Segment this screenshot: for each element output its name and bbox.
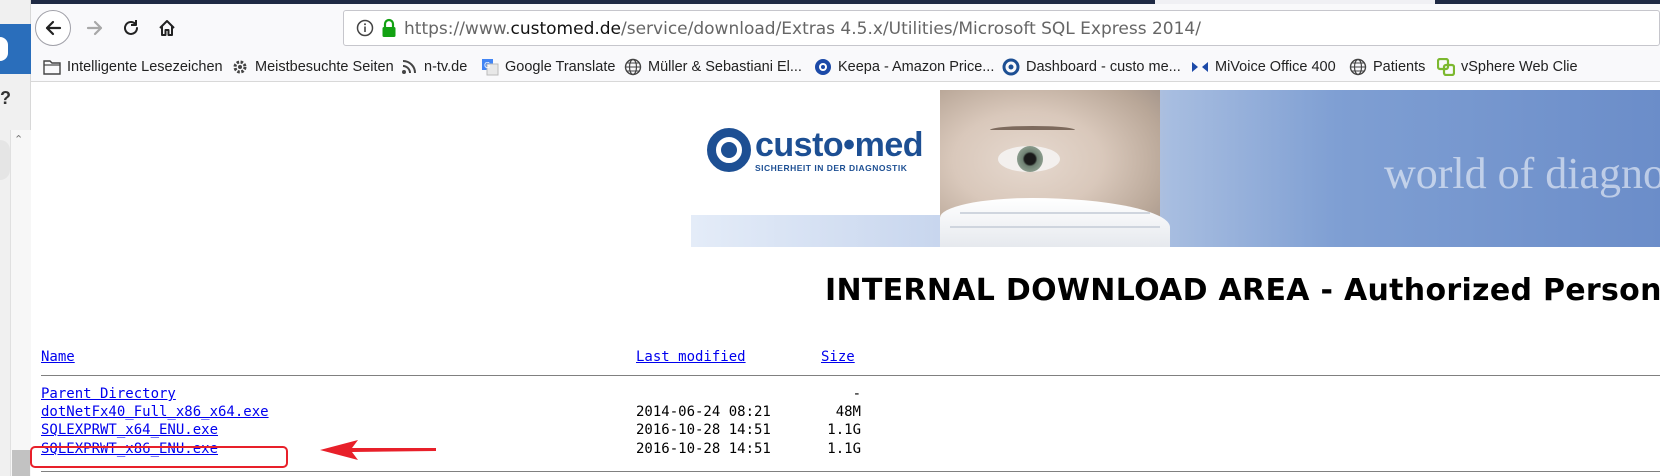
listing-header-row: Name Last modified Size — [41, 349, 1041, 368]
bookmark-intelligente-lesezeichen[interactable]: Intelligente Lesezeichen — [43, 56, 223, 78]
reload-button[interactable] — [113, 10, 149, 46]
table-row: SQLEXPRWT_x64_ENU.exe 2016-10-28 14:51 1… — [41, 422, 1041, 441]
bookmark-label: Keepa - Amazon Price... — [838, 59, 995, 75]
bookmark-label: Müller & Sebastiani El... — [648, 59, 802, 75]
scroll-up-icon[interactable]: ⌃ — [14, 133, 23, 146]
gear-icon — [231, 58, 249, 76]
page-info-icon[interactable] — [356, 19, 374, 37]
home-icon — [159, 20, 175, 36]
table-row: dotNetFx40_Full_x86_x64.exe 2014-06-24 0… — [41, 404, 1041, 423]
custo-med-logo[interactable]: custo•med SICHERHEIT IN DER DIAGNOSTIK — [691, 90, 940, 247]
banner-mask-fold — [960, 212, 1150, 214]
file-size: 1.1G — [827, 441, 861, 457]
bookmark-label: Meistbesuchte Seiten — [255, 59, 394, 75]
url-text[interactable]: https://www.customed.de/service/download… — [404, 19, 1201, 39]
listing-divider-bottom — [41, 471, 1660, 472]
logo-strip — [691, 215, 940, 247]
globe-icon — [1349, 58, 1367, 76]
custo-icon — [1002, 58, 1020, 76]
bookmark-google-translate[interactable]: G Google Translate — [481, 56, 615, 78]
url-prefix: https://www. — [404, 19, 511, 39]
file-size: - — [852, 386, 861, 402]
page-title: INTERNAL DOWNLOAD AREA - Authorized Pers… — [825, 273, 1660, 308]
banner-mask-fold — [950, 226, 1160, 228]
adjacent-window-scrollbar[interactable] — [10, 130, 31, 476]
banner-slogan: world of diagnostic — [1384, 149, 1660, 198]
globe-icon — [624, 58, 642, 76]
bookmark-label: Dashboard - custo me... — [1026, 59, 1181, 75]
annotation-arrow-icon — [320, 440, 436, 460]
vsphere-icon — [1437, 58, 1455, 76]
file-size: 48M — [835, 404, 861, 420]
bookmark-patients[interactable]: Patients — [1349, 56, 1425, 78]
file-link-sqlexprwt-x64[interactable]: SQLEXPRWT_x64_ENU.exe — [41, 422, 218, 438]
bookmark-dashboard-custo[interactable]: Dashboard - custo me... — [1002, 56, 1181, 78]
banner-iris — [1017, 146, 1043, 172]
table-row: Parent Directory - — [41, 386, 1041, 405]
bookmark-mueller-sebastiani[interactable]: Müller & Sebastiani El... — [624, 56, 802, 78]
file-modified: 2016-10-28 14:51 — [636, 422, 771, 438]
svg-text:G: G — [484, 61, 490, 70]
site-banner: custo•med SICHERHEIT IN DER DIAGNOSTIK w… — [691, 90, 1660, 247]
folder-icon — [43, 58, 61, 76]
file-link-parent-directory[interactable]: Parent Directory — [41, 386, 176, 402]
rss-icon — [400, 58, 418, 76]
sort-by-name-link[interactable]: Name — [41, 349, 75, 365]
address-bar[interactable]: https://www.customed.de/service/download… — [343, 10, 1660, 46]
adjacent-window-strip: ? ⌃ — [0, 0, 31, 476]
scrollbar-thumb[interactable] — [12, 450, 30, 476]
bookmark-mivoice[interactable]: MiVoice Office 400 — [1191, 56, 1336, 78]
file-link-dotnetfx40[interactable]: dotNetFx40_Full_x86_x64.exe — [41, 404, 269, 420]
url-path: /service/download/Extras 4.5.x/Utilities… — [621, 19, 1201, 39]
bookmark-label: vSphere Web Clie — [1461, 59, 1578, 75]
sort-by-size-link[interactable]: Size — [821, 349, 871, 365]
bookmark-vsphere[interactable]: vSphere Web Clie — [1437, 56, 1578, 78]
url-domain: customed.de — [510, 19, 622, 39]
bookmark-label: Google Translate — [505, 59, 616, 75]
banner-brow — [990, 126, 1075, 134]
bookmark-label: Patients — [1373, 59, 1426, 75]
translate-icon: G — [481, 58, 499, 76]
highlight-annotation-box — [30, 446, 288, 468]
adjacent-window-help-mark: ? — [0, 88, 11, 108]
file-modified: 2016-10-28 14:51 — [636, 441, 771, 457]
bookmark-label: Intelligente Lesezeichen — [67, 59, 223, 75]
bookmark-label: n-tv.de — [424, 59, 468, 75]
navigation-toolbar: https://www.customed.de/service/download… — [31, 4, 1660, 51]
mivoice-icon — [1191, 58, 1209, 76]
logo-name: custo•med — [755, 126, 924, 164]
back-arrow-icon — [45, 20, 62, 36]
logo-mark-center — [721, 142, 737, 158]
bookmark-n-tv[interactable]: n-tv.de — [400, 56, 467, 78]
listing-divider-top — [41, 375, 1660, 376]
file-modified: 2014-06-24 08:21 — [636, 404, 771, 420]
bookmarks-toolbar: Intelligente Lesezeichen Meistbesuchte S… — [31, 51, 1660, 82]
bookmark-meistbesuchte-seiten[interactable]: Meistbesuchte Seiten — [231, 56, 394, 78]
home-button[interactable] — [149, 10, 185, 46]
adjacent-window-control[interactable] — [0, 140, 10, 180]
banner-photo: world of diagnostic — [940, 90, 1660, 247]
bookmark-keepa[interactable]: Keepa - Amazon Price... — [814, 56, 994, 78]
logo-tagline: SICHERHEIT IN DER DIAGNOSTIK — [755, 163, 908, 173]
bookmark-label: MiVoice Office 400 — [1215, 59, 1336, 75]
reload-icon — [124, 20, 138, 35]
file-size: 1.1G — [827, 422, 861, 438]
secure-lock-icon[interactable] — [380, 18, 398, 38]
keepa-icon — [814, 58, 832, 76]
sort-by-modified-link[interactable]: Last modified — [636, 349, 746, 365]
forward-button[interactable] — [77, 10, 113, 46]
back-button[interactable] — [35, 10, 71, 46]
forward-arrow-icon — [86, 20, 103, 36]
